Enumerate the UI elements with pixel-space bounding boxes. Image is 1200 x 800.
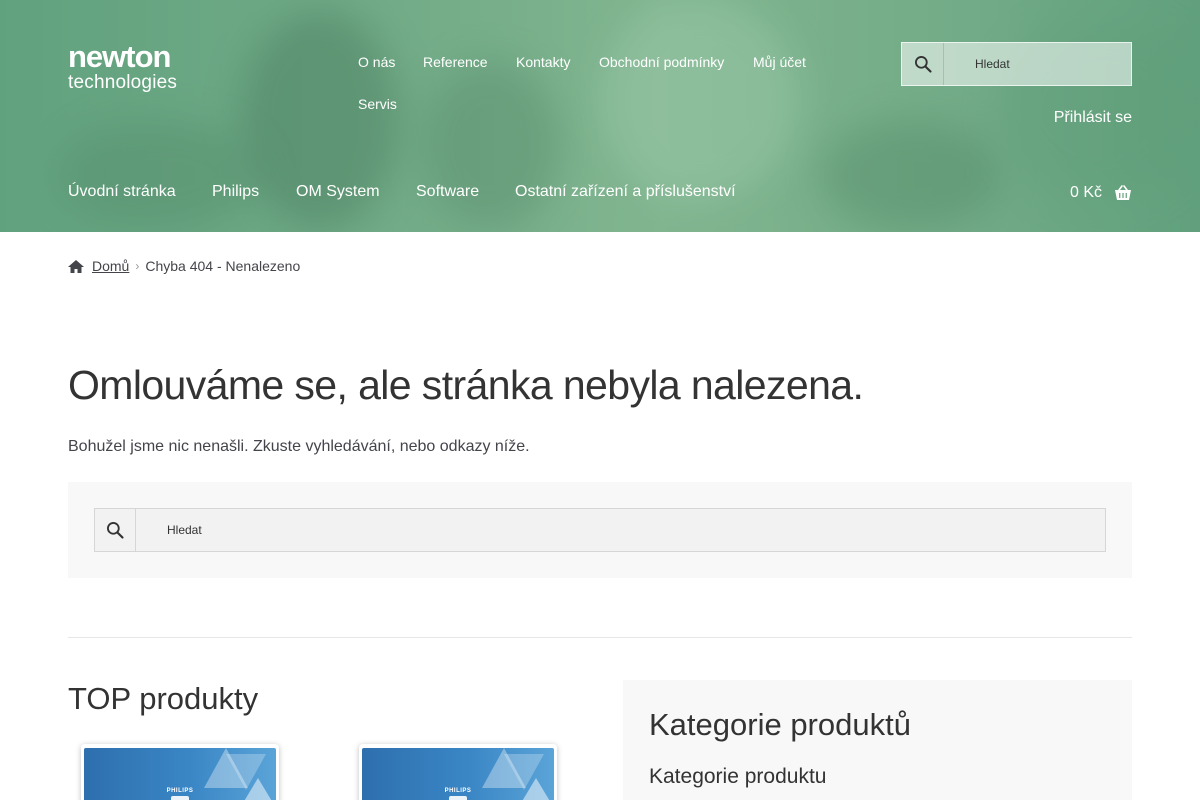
breadcrumb-separator: › bbox=[135, 259, 140, 273]
login-link[interactable]: Přihlásit se bbox=[1054, 108, 1132, 128]
categories-subtitle: Kategorie produktu bbox=[649, 765, 827, 788]
cart-total: 0 Kč bbox=[1069, 184, 1102, 201]
content-search-panel bbox=[68, 482, 1132, 578]
product-card[interactable]: PHILIPS bbox=[359, 744, 557, 800]
top-products-title: TOP produkty bbox=[68, 681, 259, 716]
logo-tagline: technologies bbox=[68, 72, 178, 93]
header-search-button[interactable] bbox=[902, 43, 944, 85]
nav-link-servis[interactable]: Servis bbox=[358, 94, 397, 114]
philips-shield-icon bbox=[449, 796, 467, 800]
categories-title: Kategorie produktů bbox=[649, 707, 911, 742]
header-search bbox=[901, 42, 1132, 86]
site-logo[interactable]: newton technologies bbox=[68, 40, 180, 98]
cart-link[interactable]: 0 Kč bbox=[1070, 182, 1132, 204]
main-nav-software[interactable]: Software bbox=[416, 182, 479, 202]
main-nav-om-system[interactable]: OM System bbox=[296, 182, 380, 202]
search-icon bbox=[914, 56, 932, 73]
breadcrumb: Domů › Chyba 404 - Nenalezeno bbox=[68, 256, 300, 276]
product-card[interactable]: PHILIPS bbox=[81, 744, 279, 800]
breadcrumb-current: Chyba 404 - Nenalezeno bbox=[145, 258, 301, 274]
product-brand: PHILIPS bbox=[444, 788, 472, 794]
page-lead-text: Bohužel jsme nic nenašli. Zkuste vyhledá… bbox=[68, 438, 530, 455]
logo-wordmark: newton bbox=[68, 39, 171, 74]
search-icon bbox=[107, 522, 124, 539]
content-search bbox=[94, 508, 1106, 552]
nav-link-kontakty[interactable]: Kontakty bbox=[516, 52, 570, 72]
content-search-button[interactable] bbox=[95, 509, 136, 551]
main-nav-ostatni[interactable]: Ostatní zařízení a příslušenství bbox=[515, 182, 736, 202]
site-header: newton technologies O nás Reference Kont… bbox=[0, 0, 1200, 232]
main-nav-philips[interactable]: Philips bbox=[212, 182, 259, 202]
main-nav-uvodni-stranka[interactable]: Úvodní stránka bbox=[68, 182, 176, 202]
product-image: PHILIPS bbox=[362, 748, 554, 800]
header-search-input[interactable] bbox=[945, 43, 1131, 85]
nav-link-muj-ucet[interactable]: Můj účet bbox=[753, 52, 806, 72]
nav-link-o-nas[interactable]: O nás bbox=[358, 52, 395, 72]
section-divider bbox=[68, 637, 1132, 638]
breadcrumb-home-link[interactable]: Domů bbox=[92, 258, 129, 274]
page-title: Omlouváme se, ale stránka nebyla nalezen… bbox=[68, 362, 864, 408]
product-brand: PHILIPS bbox=[166, 788, 194, 794]
content-search-input[interactable] bbox=[137, 509, 1105, 551]
basket-icon bbox=[1115, 185, 1131, 200]
categories-widget: Kategorie produktů Kategorie produktu bbox=[623, 680, 1132, 800]
home-icon bbox=[68, 259, 84, 273]
product-image: PHILIPS bbox=[84, 748, 276, 800]
nav-link-obchodni-podminky[interactable]: Obchodní podmínky bbox=[599, 52, 724, 72]
philips-shield-icon bbox=[171, 796, 189, 800]
nav-link-reference[interactable]: Reference bbox=[423, 52, 488, 72]
